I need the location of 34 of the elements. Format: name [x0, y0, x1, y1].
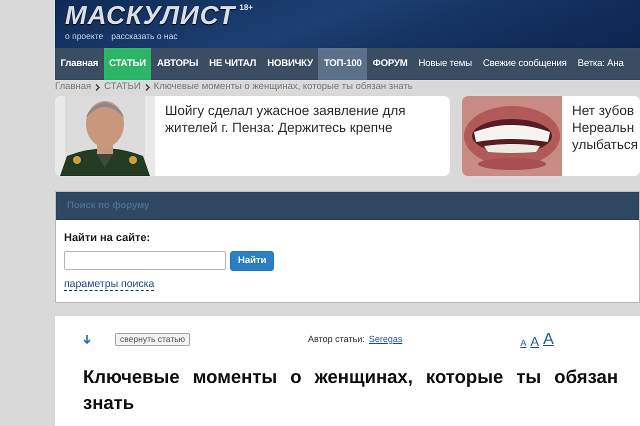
nav-tab[interactable]: ТОП-100: [318, 48, 368, 80]
ad-card[interactable]: Шойгу сделал ужасное заявление для жителей г. Пенза: Держитесь крепче: [55, 96, 450, 176]
nav-tab[interactable]: ФОРУМ: [367, 48, 414, 80]
nav-tab[interactable]: АВТОРЫ: [151, 48, 204, 80]
ad-headline[interactable]: Нереальн: [572, 119, 638, 136]
age-rating: 18+: [239, 2, 253, 14]
search-field[interactable]: [64, 251, 226, 270]
search-label: Найти на сайте:: [64, 231, 152, 246]
search-button[interactable]: Найти: [230, 250, 274, 271]
ad-headline[interactable]: улыбаться: [572, 136, 638, 153]
nav-tab[interactable]: Новые темы: [413, 48, 478, 80]
font-size-link[interactable]: A: [520, 338, 526, 348]
breadcrumb-current: Ключевые моменты о женщинах, которые ты обязан знать: [154, 80, 413, 94]
search-options-link[interactable]: параметры поиска: [64, 278, 154, 291]
chevron-icon: [144, 84, 150, 91]
ad-card[interactable]: Нет зубов Нереальн улыбаться: [462, 96, 640, 176]
font-size-link[interactable]: A: [543, 332, 554, 348]
article-title: Ключевые моменты о женщинах, которые ты обязан знать: [83, 364, 618, 415]
nav-tab[interactable]: НЕ ЧИТАЛ: [204, 48, 262, 80]
nav-tab[interactable]: НОВИЧКУ: [262, 48, 318, 80]
font-size-link[interactable]: A: [530, 334, 540, 348]
site-logo[interactable]: МАСКУЛИСТ: [65, 0, 236, 30]
nav-tab[interactable]: Главная: [55, 48, 104, 80]
chevron-icon: [95, 84, 100, 91]
down-arrow-icon[interactable]: [83, 335, 91, 344]
header-link[interactable]: о проекте: [65, 30, 104, 43]
author-link[interactable]: Seregas: [368, 333, 402, 346]
nav-tab[interactable]: Ветка: Ана: [572, 48, 630, 80]
header-link[interactable]: рассказать о нас: [111, 30, 178, 43]
ad-headline[interactable]: Шойгу сделал ужасное заявление для жителей г. Пенза: Держитесь крепче: [165, 102, 430, 136]
collapse-article-button[interactable]: свернуть статью: [115, 333, 190, 346]
ad-headline[interactable]: Нет зубов: [572, 102, 638, 119]
nav-tab[interactable]: Свежие сообщения: [477, 48, 572, 80]
author-label: Автор статьи:: [308, 333, 365, 346]
